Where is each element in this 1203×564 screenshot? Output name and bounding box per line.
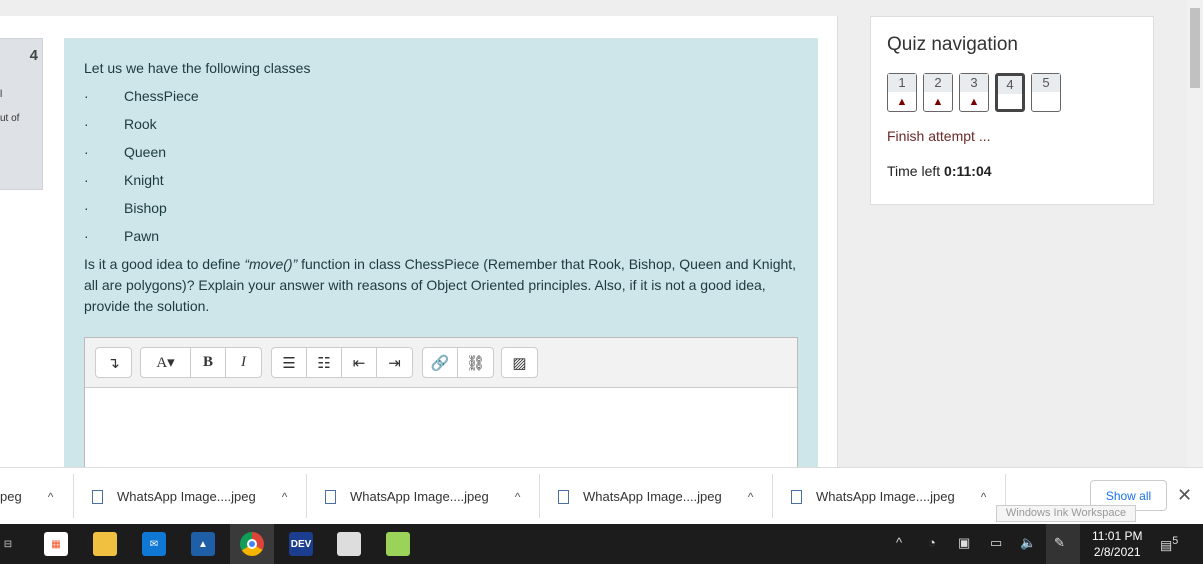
unlink-icon[interactable]: ⛓ xyxy=(458,348,493,377)
question-nav-button[interactable]: 3 ▲ xyxy=(959,73,989,112)
scrollbar[interactable] xyxy=(1187,0,1203,467)
store-icon[interactable]: ▦ xyxy=(44,532,68,556)
scrollbar-thumb[interactable] xyxy=(1190,8,1200,88)
info-marks: ut of xyxy=(0,113,20,124)
question-nav-button[interactable]: 2 ▲ xyxy=(923,73,953,112)
battery-icon[interactable]: ▭ xyxy=(990,535,1002,551)
chevron-up-icon: ^ xyxy=(47,489,54,504)
chevron-up-icon: ^ xyxy=(514,489,521,504)
pen-icon[interactable]: ✎ xyxy=(1046,524,1080,564)
download-item[interactable]: WhatsApp Image....jpeg ^ xyxy=(92,468,287,525)
collapse-toolbar-icon[interactable]: ↴ xyxy=(96,348,131,377)
chrome-icon[interactable] xyxy=(230,524,274,564)
file-explorer-icon[interactable] xyxy=(93,532,117,556)
question-intro: Let us we have the following classes xyxy=(84,60,311,76)
bullet-list-icon[interactable]: ☰ xyxy=(272,348,307,377)
flag-icon: ▲ xyxy=(896,96,908,108)
quiz-navigation: Quiz navigation 1 ▲ 2 ▲ 3 ▲ 4 5 Finish atte… xyxy=(870,16,1154,205)
meet-icon[interactable]: ▣ xyxy=(958,535,970,551)
file-icon xyxy=(325,489,336,504)
time-left: Time left 0:11:04 xyxy=(887,163,992,179)
outdent-icon[interactable]: ⇤ xyxy=(342,348,377,377)
close-icon[interactable]: ✕ xyxy=(1177,485,1192,506)
flag-icon: ▲ xyxy=(932,96,944,108)
clock[interactable]: 11:01 PM 2/8/2021 xyxy=(1092,528,1142,560)
tooltip: Windows Ink Workspace xyxy=(996,505,1136,522)
file-icon xyxy=(558,489,569,504)
app-window-icon[interactable] xyxy=(337,532,361,556)
download-item[interactable]: WhatsApp Image....jpeg ^ xyxy=(558,468,753,525)
mail-icon[interactable]: ✉ xyxy=(142,532,166,556)
question-nav-button-current[interactable]: 4 xyxy=(995,73,1025,112)
file-icon xyxy=(92,489,103,504)
finish-attempt-link[interactable]: Finish attempt ... xyxy=(887,128,990,144)
question-info: 4 l ut of xyxy=(0,38,43,190)
flag-icon: ▲ xyxy=(968,96,980,108)
wifi-icon[interactable]: ◔ xyxy=(928,535,936,550)
font-style-button[interactable]: A▾ xyxy=(141,348,191,377)
question-text: Is it a good idea to define “move()” fun… xyxy=(84,256,797,314)
info-status: l xyxy=(0,89,3,100)
task-view-icon[interactable]: ⊟ xyxy=(0,532,20,556)
download-item[interactable]: WhatsApp Image....jpeg ^ xyxy=(325,468,520,525)
editor-toolbar: ↴ A▾ B I ☰ ☷ ⇤ ⇥ 🔗 ⛓ ▨ xyxy=(85,338,797,388)
photos-icon[interactable]: ▲ xyxy=(191,532,215,556)
question-nav-button[interactable]: 5 xyxy=(1031,73,1061,112)
answer-editor[interactable]: ↴ A▾ B I ☰ ☷ ⇤ ⇥ 🔗 ⛓ ▨ xyxy=(84,337,798,477)
bold-button[interactable]: B xyxy=(191,348,226,377)
indent-icon[interactable]: ⇥ xyxy=(377,348,412,377)
taskbar: ⊟ ▦ ✉ ▲ DEV ^ ◔ ▣ ▭ 🔈 ✎ 11:01 PM 2/8/2021… xyxy=(0,524,1203,564)
numbered-list-icon[interactable]: ☷ xyxy=(307,348,342,377)
chevron-up-icon: ^ xyxy=(281,489,288,504)
volume-icon[interactable]: 🔈 xyxy=(1020,535,1036,551)
notepad-icon[interactable] xyxy=(386,532,410,556)
quiz-nav-title: Quiz navigation xyxy=(887,34,1018,55)
image-icon[interactable]: ▨ xyxy=(502,348,537,377)
notification-icon[interactable]: ▤5 xyxy=(1160,535,1178,553)
chevron-up-icon: ^ xyxy=(747,489,754,504)
question-nav-button[interactable]: 1 ▲ xyxy=(887,73,917,112)
question-box: Let us we have the following classes · Ch… xyxy=(64,38,818,477)
chevron-up-icon[interactable]: ^ xyxy=(896,535,902,550)
chevron-up-icon: ^ xyxy=(980,489,987,504)
file-icon xyxy=(791,489,802,504)
italic-button[interactable]: I xyxy=(226,348,261,377)
question-number: 4 xyxy=(29,47,38,64)
dev-cpp-icon[interactable]: DEV xyxy=(289,532,313,556)
download-item[interactable]: WhatsApp Image....jpeg ^ xyxy=(791,468,986,525)
download-item[interactable]: peg ^ xyxy=(0,468,53,525)
link-icon[interactable]: 🔗 xyxy=(423,348,458,377)
